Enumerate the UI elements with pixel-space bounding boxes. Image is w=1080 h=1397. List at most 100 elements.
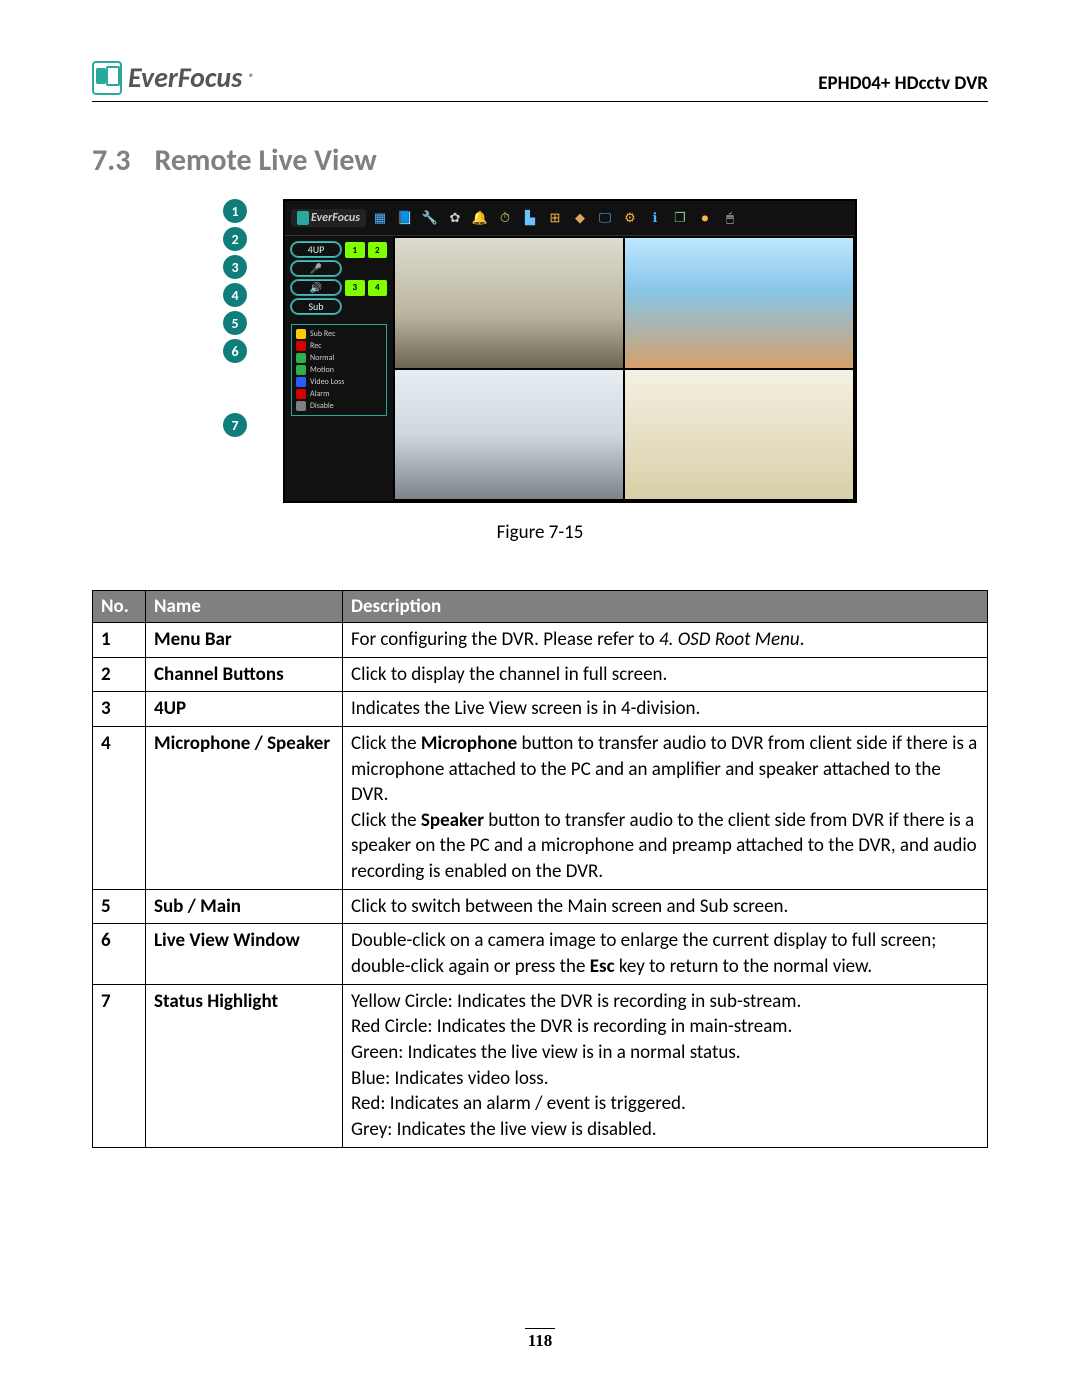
chip-icon[interactable]: ◆	[570, 208, 590, 228]
mic-button[interactable]: 🎤	[291, 261, 341, 276]
legend-item: Alarm	[296, 389, 382, 399]
legend-item: Video Loss	[296, 377, 382, 387]
cell-name: Microphone / Speaker	[146, 726, 343, 889]
legend-item: Normal	[296, 353, 382, 363]
legend-label: Rec	[310, 341, 322, 351]
speaker-button[interactable]: 🔊	[291, 280, 341, 295]
legend-swatch	[296, 401, 306, 411]
product-name: EPHD04+ HDcctv DVR	[818, 72, 988, 95]
cell-desc: Click to switch between the Main screen …	[343, 889, 988, 924]
legend-label: Normal	[310, 353, 334, 363]
wrench-icon[interactable]: 🔧	[420, 208, 440, 228]
callout-bubble-1: 1	[223, 199, 247, 223]
film-icon[interactable]: ✿	[445, 208, 465, 228]
legend-label: Video Loss	[310, 377, 344, 387]
menu-bar[interactable]: EverFocus ▦📘🔧✿🔔⏱▙⊞◆🖵⚙ℹ❐●🖱	[285, 201, 855, 236]
callout-bubble-4: 4	[223, 283, 247, 307]
sub-button[interactable]: Sub	[291, 299, 341, 314]
callout-bubble-7: 7	[223, 413, 247, 437]
callout-bubble-6: 6	[223, 339, 247, 363]
channel-button-4[interactable]: 4	[368, 280, 388, 296]
legend-label: Alarm	[310, 389, 329, 399]
legend-label: Sub Rec	[310, 329, 335, 339]
brand-logo: EverFocus®	[92, 60, 254, 95]
legend-swatch	[296, 341, 306, 351]
cell-desc: Click to display the channel in full scr…	[343, 657, 988, 692]
th-desc: Description	[343, 591, 988, 623]
legend-item: Motion	[296, 365, 382, 375]
sidebar: 4UP 🎤 🔊 Sub 12 34 Sub Rec Rec Normal Motion V…	[285, 236, 393, 501]
legend-swatch	[296, 377, 306, 387]
channel-buttons: 12 34	[345, 242, 387, 314]
table-row: 7Status HighlightYellow Circle: Indicate…	[93, 984, 988, 1147]
status-legend: Sub Rec Rec Normal Motion Video Loss Alarm Dis…	[291, 324, 387, 416]
cell-name: 4UP	[146, 692, 343, 727]
live-view-window[interactable]	[393, 236, 855, 501]
legend-swatch	[296, 365, 306, 375]
section-title: Remote Live View	[154, 142, 376, 179]
channel-button-1[interactable]: 1	[345, 242, 365, 258]
section-number: 7.3	[92, 142, 130, 179]
legend-swatch	[296, 389, 306, 399]
table-row: 34UPIndicates the Live View screen is in…	[93, 692, 988, 727]
book-icon[interactable]: 📘	[395, 208, 415, 228]
section-heading: 7.3 Remote Live View	[92, 142, 988, 179]
figure-caption: Figure 7-15	[92, 521, 988, 544]
legend-item: Sub Rec	[296, 329, 382, 339]
layout-icon[interactable]: ▦	[370, 208, 390, 228]
copy-icon[interactable]: ❐	[670, 208, 690, 228]
clock-icon[interactable]: ⏱	[495, 208, 515, 228]
camera-view-2[interactable]	[625, 238, 853, 368]
table-row: 2Channel ButtonsClick to display the cha…	[93, 657, 988, 692]
cell-no: 1	[93, 623, 146, 658]
cell-desc: Yellow Circle: Indicates the DVR is reco…	[343, 984, 988, 1147]
header-rule	[92, 101, 988, 102]
legend-item: Disable	[296, 401, 382, 411]
grid-icon[interactable]: ⊞	[545, 208, 565, 228]
camera-view-4[interactable]	[625, 370, 853, 500]
legend-label: Motion	[310, 365, 334, 375]
cell-no: 7	[93, 984, 146, 1147]
legend-swatch	[296, 353, 306, 363]
screenshot: EverFocus ▦📘🔧✿🔔⏱▙⊞◆🖵⚙ℹ❐●🖱 4UP 🎤 🔊 Sub	[283, 199, 857, 503]
callout-bubble-5: 5	[223, 311, 247, 335]
table-row: 4Microphone / SpeakerClick the Microphon…	[93, 726, 988, 889]
cell-desc: Indicates the Live View screen is in 4-d…	[343, 692, 988, 727]
legend-label: Disable	[310, 401, 334, 411]
th-name: Name	[146, 591, 343, 623]
legend-item: Rec	[296, 341, 382, 351]
record-icon[interactable]: ●	[695, 208, 715, 228]
channel-button-2[interactable]: 2	[368, 242, 388, 258]
th-no: No.	[93, 591, 146, 623]
cell-name: Channel Buttons	[146, 657, 343, 692]
info-icon[interactable]: ℹ	[645, 208, 665, 228]
camera-view-1[interactable]	[395, 238, 623, 368]
callout-column: 1234567	[223, 199, 283, 503]
cell-no: 4	[93, 726, 146, 889]
gear-icon[interactable]: ⚙	[620, 208, 640, 228]
legend-swatch	[296, 329, 306, 339]
channel-button-3[interactable]: 3	[345, 280, 365, 296]
cell-name: Status Highlight	[146, 984, 343, 1147]
description-table: No. Name Description 1Menu BarFor config…	[92, 590, 988, 1148]
cell-desc: For configuring the DVR. Please refer to…	[343, 623, 988, 658]
cell-no: 3	[93, 692, 146, 727]
camera-view-3[interactable]	[395, 370, 623, 500]
table-row: 5Sub / MainClick to switch between the M…	[93, 889, 988, 924]
table-row: 1Menu BarFor configuring the DVR. Please…	[93, 623, 988, 658]
callout-bubble-3: 3	[223, 255, 247, 279]
cell-no: 2	[93, 657, 146, 692]
bell-icon[interactable]: 🔔	[470, 208, 490, 228]
fourup-button[interactable]: 4UP	[291, 242, 341, 257]
mouse-icon[interactable]: 🖱	[720, 208, 740, 228]
cell-desc: Double-click on a camera image to enlarg…	[343, 924, 988, 984]
app-logo: EverFocus	[291, 209, 366, 227]
cell-desc: Click the Microphone button to transfer …	[343, 726, 988, 889]
brand-mark-icon	[92, 61, 122, 95]
cell-name: Live View Window	[146, 924, 343, 984]
table-row: 6Live View WindowDouble-click on a camer…	[93, 924, 988, 984]
cell-name: Sub / Main	[146, 889, 343, 924]
network-icon[interactable]: ▙	[520, 208, 540, 228]
page-number: 118	[0, 1328, 1080, 1351]
monitor-icon[interactable]: 🖵	[595, 208, 615, 228]
